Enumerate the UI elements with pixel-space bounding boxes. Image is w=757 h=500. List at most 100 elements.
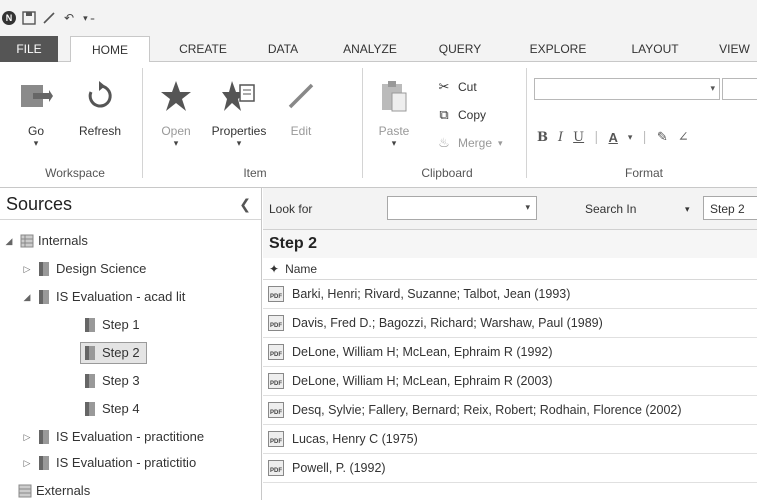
find-bar: Look for ▾ Search In ▾ Step 2: [263, 188, 757, 230]
font-color-icon[interactable]: A: [609, 130, 618, 145]
folder-icon: [38, 289, 50, 305]
search-in-select[interactable]: Step 2: [703, 196, 757, 220]
row-name: Desq, Sylvie; Fallery, Bernard; Reix, Ro…: [292, 403, 682, 417]
group-divider: [142, 68, 143, 178]
properties-button[interactable]: Properties ▾: [208, 70, 270, 148]
tree-item-design-science[interactable]: ▷ Design Science: [22, 258, 146, 280]
pencil-icon: [283, 78, 319, 114]
tree-item-label: IS Evaluation - acad lit: [56, 289, 186, 304]
column-header-name[interactable]: ✦ Name: [263, 258, 757, 280]
tab-create[interactable]: CREATE: [166, 36, 240, 62]
tree-item-label: Externals: [36, 483, 91, 498]
paste-button[interactable]: Paste ▾: [370, 70, 418, 148]
pdf-file-icon: PDF: [268, 315, 284, 331]
copy-button[interactable]: ⧉ Copy: [436, 104, 486, 126]
look-for-input[interactable]: ▾: [387, 196, 537, 220]
nav-title: Sources: [6, 194, 73, 214]
open-label: Open: [161, 124, 191, 138]
customize-icon[interactable]: ▾ ₌: [82, 11, 96, 25]
folder-icon: [84, 401, 96, 417]
tab-query[interactable]: QUERY: [430, 36, 490, 62]
divider: |: [642, 130, 647, 145]
divider: |: [594, 130, 599, 145]
pen-icon[interactable]: ∠: [678, 130, 689, 145]
chevron-down-icon: ▾: [710, 83, 715, 93]
tree-item-is-evaluation-pratictitio[interactable]: ▷ IS Evaluation - pratictitio: [22, 452, 196, 474]
folder-icon: [84, 373, 96, 389]
group-divider: [526, 68, 527, 178]
edit-button[interactable]: Edit: [278, 70, 324, 138]
tree-item-label: IS Evaluation - pratictitio: [56, 455, 197, 470]
go-icon: [18, 78, 54, 114]
externals-icon: [18, 483, 32, 499]
tree-item-step-3[interactable]: Step 3: [84, 370, 140, 392]
quick-access-toolbar: N ↶ ▾ ₌: [0, 0, 757, 36]
tab-view[interactable]: VIEW: [712, 36, 757, 62]
look-for-label: Look for: [269, 202, 313, 216]
table-row[interactable]: PDF Lucas, Henry C (1975): [263, 425, 757, 454]
bold-button[interactable]: B: [537, 130, 548, 145]
undo-icon[interactable]: ↶: [62, 11, 76, 25]
format-group-label: Format: [624, 166, 663, 180]
collapsed-arrow-icon[interactable]: ▷: [22, 452, 32, 474]
italic-button[interactable]: I: [558, 130, 563, 145]
tree-item-label: Design Science: [56, 261, 147, 276]
save-icon[interactable]: [22, 11, 36, 25]
merge-button[interactable]: ♨ Merge ▾: [436, 132, 502, 154]
tree-item-step-2[interactable]: Step 2: [80, 342, 147, 364]
copy-label: Copy: [458, 108, 487, 122]
item-group-label: Item: [243, 166, 267, 180]
list-title: Step 2: [263, 230, 757, 258]
table-row[interactable]: PDF Desq, Sylvie; Fallery, Bernard; Reix,…: [263, 396, 757, 425]
pdf-file-icon: PDF: [268, 402, 284, 418]
go-dropdown-icon: ▾: [33, 138, 39, 148]
tree-item-externals[interactable]: Externals: [18, 480, 90, 500]
table-row[interactable]: PDF Barki, Henri; Rivard, Suzanne; Talbot…: [263, 280, 757, 309]
edit-label: Edit: [290, 124, 312, 138]
tab-layout[interactable]: LAYOUT: [620, 36, 690, 62]
go-button[interactable]: Go ▾: [10, 70, 62, 148]
cut-label: Cut: [458, 80, 477, 94]
refresh-button[interactable]: Refresh: [72, 70, 128, 138]
table-row[interactable]: PDF DeLone, William H; McLean, Ephraim R …: [263, 367, 757, 396]
tab-analyze[interactable]: ANALYZE: [332, 36, 408, 62]
table-row[interactable]: PDF Powell, P. (1992): [263, 454, 757, 483]
tree-item-step-1[interactable]: Step 1: [84, 314, 140, 336]
edit-icon[interactable]: [42, 11, 56, 25]
table-row[interactable]: PDF Davis, Fred D.; Bagozzi, Richard; War…: [263, 309, 757, 338]
clipboard-group-label: Clipboard: [421, 166, 473, 180]
navigation-pane: Sources ❮ ◢ Internals ▷ Design Science ◢…: [0, 188, 262, 500]
tree-item-step-4[interactable]: Step 4: [84, 398, 140, 420]
expanded-arrow-icon[interactable]: ◢: [22, 286, 32, 308]
highlight-icon[interactable]: ✎: [657, 130, 668, 145]
pdf-file-icon: PDF: [268, 460, 284, 476]
font-size-select[interactable]: [722, 78, 757, 100]
font-name-select[interactable]: ▾: [534, 78, 720, 100]
tree-item-is-evaluation-acad-lit[interactable]: ◢ IS Evaluation - acad lit: [22, 286, 185, 308]
column-header-label: Name: [285, 261, 318, 276]
tab-explore[interactable]: EXPLORE: [520, 36, 596, 62]
tab-file[interactable]: FILE: [0, 36, 58, 62]
open-item-icon: [158, 78, 194, 114]
collapsed-arrow-icon[interactable]: ▷: [22, 426, 32, 448]
row-name: Lucas, Henry C (1975): [292, 432, 418, 446]
table-row[interactable]: PDF DeLone, William H; McLean, Ephraim R …: [263, 338, 757, 367]
collapse-icon[interactable]: ❮: [239, 188, 251, 220]
folder-icon: [84, 345, 96, 361]
properties-icon: [221, 78, 257, 114]
font-color-dropdown-icon[interactable]: ▾: [628, 133, 633, 143]
collapsed-arrow-icon[interactable]: ▷: [22, 258, 32, 280]
tree-item-is-evaluation-practitione[interactable]: ▷ IS Evaluation - practitione: [22, 426, 204, 448]
folder-icon: [38, 261, 50, 277]
open-button[interactable]: Open ▾: [150, 70, 202, 148]
search-in-dropdown-icon[interactable]: ▾: [685, 204, 690, 215]
app-logo-icon[interactable]: N: [2, 11, 16, 25]
open-dropdown-icon: ▾: [173, 138, 179, 148]
tab-data[interactable]: DATA: [256, 36, 310, 62]
tab-home[interactable]: HOME: [70, 36, 150, 63]
cut-button[interactable]: ✂ Cut: [436, 76, 477, 98]
expanded-arrow-icon[interactable]: ◢: [4, 230, 14, 252]
underline-button[interactable]: U: [573, 130, 584, 145]
folder-icon: [84, 317, 96, 333]
tree-item-internals[interactable]: ◢ Internals: [4, 230, 88, 252]
